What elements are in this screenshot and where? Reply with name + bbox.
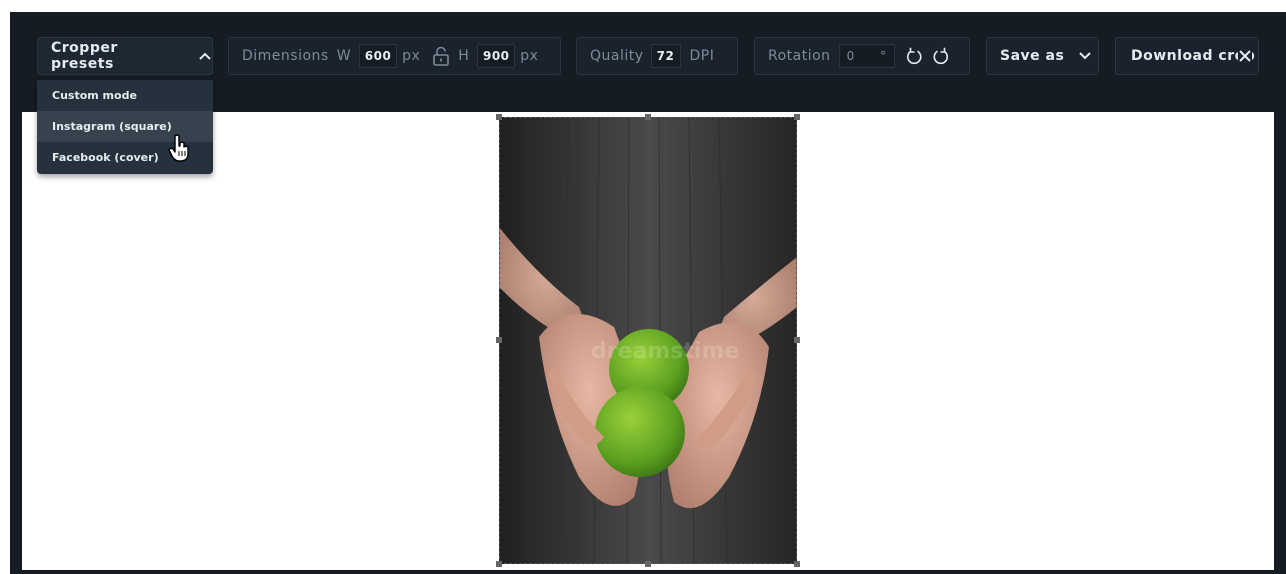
quality-group: Quality 72 DPI: [576, 37, 738, 75]
crop-handle-top-right[interactable]: [794, 114, 800, 120]
rotation-group: Rotation 0 °: [754, 37, 970, 75]
cropper-presets-label: Cropper presets: [51, 40, 118, 72]
image-cropper-app: Cropper presets Dimensions W 600 px H 90…: [10, 12, 1286, 574]
download-crop-button[interactable]: Download crop: [1115, 37, 1259, 75]
crop-handle-top-left[interactable]: [496, 114, 502, 120]
hand-pointer-icon: [168, 134, 190, 162]
dimensions-group: Dimensions W 600 px H 900 px: [228, 37, 561, 75]
chevron-up-icon: [198, 51, 212, 61]
download-crop-label: Download crop: [1131, 48, 1256, 64]
save-as-label: Save as: [1000, 48, 1065, 64]
crop-handle-bottom[interactable]: [645, 561, 651, 567]
crop-handle-bottom-left[interactable]: [496, 561, 502, 567]
cropper-presets-button[interactable]: Cropper presets: [37, 37, 213, 75]
rotation-input[interactable]: 0 °: [838, 44, 895, 68]
preset-item-custom-mode[interactable]: Custom mode: [37, 80, 213, 111]
width-prefix: W: [336, 48, 352, 64]
crop-handle-bottom-right[interactable]: [794, 561, 800, 567]
rotate-left-icon[interactable]: [904, 46, 924, 66]
rotation-label: Rotation: [768, 48, 831, 64]
height-input[interactable]: 900: [477, 44, 516, 68]
crop-frame[interactable]: [499, 117, 797, 564]
quality-label: Quality: [590, 48, 644, 64]
rotation-unit: °: [880, 49, 887, 63]
height-unit: px: [520, 48, 539, 64]
width-unit: px: [402, 48, 421, 64]
quality-input[interactable]: 72: [650, 44, 681, 68]
height-prefix: H: [458, 48, 470, 64]
rotate-right-icon[interactable]: [931, 46, 951, 66]
unlock-icon[interactable]: [432, 46, 450, 66]
crop-handle-right[interactable]: [794, 337, 800, 343]
rotation-value: 0: [846, 49, 855, 63]
save-as-button[interactable]: Save as: [986, 37, 1099, 75]
close-icon[interactable]: [1238, 49, 1252, 63]
crop-handle-top[interactable]: [645, 114, 651, 120]
crop-canvas[interactable]: dreamstime: [22, 112, 1274, 570]
dimensions-label: Dimensions: [242, 48, 329, 64]
crop-handle-left[interactable]: [496, 337, 502, 343]
width-input[interactable]: 600: [359, 44, 398, 68]
quality-unit: DPI: [689, 48, 715, 64]
chevron-down-icon: [1078, 51, 1092, 61]
